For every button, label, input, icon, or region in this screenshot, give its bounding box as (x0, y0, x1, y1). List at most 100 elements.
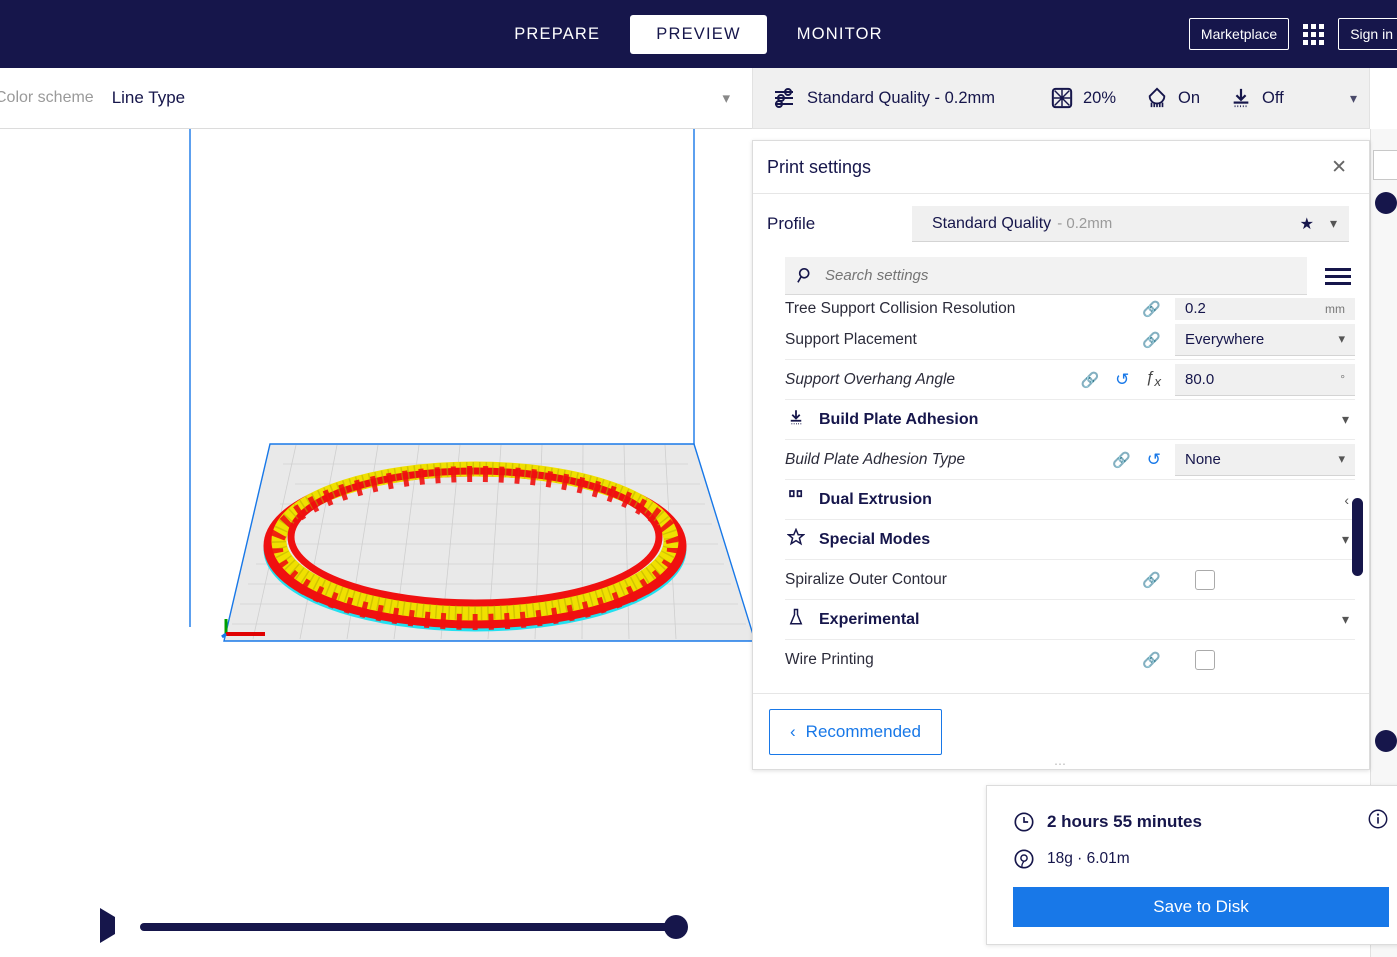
spiralize-outer-contour-checkbox[interactable] (1195, 569, 1215, 590)
profile-summary[interactable]: Standard Quality - 0.2mm (773, 86, 995, 110)
color-scheme-value: Line Type (111, 88, 186, 107)
star-icon[interactable]: ★ (1300, 214, 1314, 234)
setting-label: Spiralize Outer Contour (785, 570, 947, 588)
flask-icon (785, 608, 807, 631)
setting-icons: 🔗 ↺ (1112, 450, 1161, 470)
layer-number-field[interactable] (1373, 150, 1397, 180)
link-icon[interactable]: 🔗 (1142, 571, 1161, 589)
setting-value-text: None (1185, 450, 1221, 468)
color-scheme-label: Color scheme (0, 89, 94, 106)
setting-row[interactable]: Support Placement 🔗 Everywhere ▾ (785, 320, 1355, 360)
support-summary[interactable]: On (1146, 86, 1200, 110)
search-input[interactable] (825, 267, 1295, 284)
setting-row[interactable]: Support Overhang Angle 🔗 ↺ ƒx 80.0 ° (785, 360, 1355, 400)
search-icon (797, 267, 810, 283)
resize-grip[interactable]: ⋯ (753, 757, 1369, 771)
layer-slider-bar (0, 897, 752, 957)
setting-row[interactable]: Wire Printing 🔗 (785, 640, 1355, 680)
play-icon[interactable] (100, 908, 118, 943)
print-settings-header: Print settings ✕ (753, 141, 1369, 194)
chevron-down-icon[interactable]: ▾ (1342, 611, 1349, 628)
recommended-button[interactable]: ‹ Recommended (769, 708, 942, 755)
marketplace-button[interactable]: Marketplace (1188, 18, 1290, 50)
link-icon[interactable]: 🔗 (1142, 300, 1161, 318)
profile-selector[interactable]: Standard Quality - 0.2mm ★ ▾ (912, 206, 1349, 242)
vertical-layer-slider[interactable] (1373, 150, 1397, 752)
category-label: Experimental (819, 610, 920, 628)
link-icon[interactable]: 🔗 (1080, 371, 1099, 389)
infill-value: 20% (1083, 88, 1117, 107)
setting-row[interactable]: Tree Support Collision Resolution 🔗 0.2 … (785, 298, 1355, 320)
chevron-down-icon[interactable]: ▾ (1342, 411, 1349, 428)
recommended-label: Recommended (805, 721, 921, 741)
vertical-slider-handle-bottom[interactable] (1375, 730, 1397, 752)
material-value: 18g · 6.01m (1047, 850, 1130, 867)
settings-scrollbar[interactable] (1352, 498, 1363, 576)
setting-label: Support Overhang Angle (785, 370, 956, 388)
wire-printing-checkbox[interactable] (1195, 650, 1215, 670)
layer-slider-track[interactable] (140, 915, 688, 939)
main-tabs: PREPARE PREVIEW MONITOR (0, 0, 1397, 68)
tab-monitor[interactable]: MONITOR (771, 15, 909, 54)
category-special-modes[interactable]: Special Modes ▾ (785, 520, 1355, 560)
adhesion-summary[interactable]: Off (1230, 86, 1284, 110)
search-settings-box[interactable] (785, 257, 1307, 295)
color-scheme-bar[interactable]: Color scheme Line Type ▾ (0, 68, 752, 129)
profile-sub: - 0.2mm (1057, 215, 1113, 232)
setting-icons: 🔗 ↺ ƒx (1080, 369, 1161, 389)
hamburger-icon[interactable] (1321, 264, 1355, 289)
chevron-down-icon[interactable]: ▾ (1342, 531, 1349, 548)
tab-preview[interactable]: PREVIEW (630, 14, 767, 54)
chevron-down-icon[interactable]: ▾ (1350, 90, 1357, 107)
setting-value-dropdown[interactable]: None ▾ (1175, 443, 1355, 476)
link-icon[interactable]: 🔗 (1142, 651, 1161, 669)
layer-slider-handle[interactable] (664, 915, 688, 939)
machine-settings-bar[interactable]: Standard Quality - 0.2mm 20% On Off ▾ (752, 68, 1370, 129)
chevron-down-icon[interactable]: ▾ (722, 89, 730, 107)
chevron-down-icon[interactable]: ▾ (1338, 451, 1345, 467)
info-icon[interactable] (1367, 808, 1389, 835)
link-icon[interactable]: 🔗 (1142, 331, 1161, 349)
setting-row[interactable]: Build Plate Adhesion Type 🔗 ↺ None ▾ (785, 440, 1355, 480)
dual-extrusion-icon (785, 488, 807, 511)
close-icon[interactable]: ✕ (1325, 154, 1353, 181)
setting-icons: 🔗 (1142, 651, 1161, 669)
category-label: Dual Extrusion (819, 490, 932, 508)
vertical-slider-handle-top[interactable] (1375, 192, 1397, 214)
reset-icon[interactable]: ↺ (1115, 370, 1129, 390)
setting-row[interactable]: Spiralize Outer Contour 🔗 (785, 560, 1355, 600)
category-label: Special Modes (819, 530, 931, 548)
clock-icon (1014, 811, 1034, 832)
nav-right-actions: Marketplace Sign in (1188, 0, 1397, 68)
chevron-down-icon[interactable]: ▾ (1338, 331, 1345, 347)
link-icon[interactable]: 🔗 (1112, 451, 1131, 469)
adhesion-value: Off (1262, 88, 1284, 107)
tab-prepare[interactable]: PREPARE (488, 15, 626, 54)
setting-label: Support Placement (785, 330, 917, 348)
category-dual-extrusion[interactable]: Dual Extrusion ‹ (785, 480, 1355, 520)
chevron-left-icon[interactable]: ‹ (1344, 492, 1349, 508)
support-value: On (1178, 88, 1201, 107)
adhesion-icon (1233, 88, 1249, 108)
settings-list[interactable]: Tree Support Collision Resolution 🔗 0.2 … (753, 298, 1369, 693)
reset-icon[interactable]: ↺ (1147, 450, 1161, 470)
chevron-down-icon[interactable]: ▾ (1330, 215, 1337, 232)
infill-summary[interactable]: 20% (1051, 87, 1116, 109)
top-navigation-bar: PREPARE PREVIEW MONITOR Marketplace Sign… (0, 0, 1397, 68)
sliced-model-render (189, 129, 752, 642)
apps-grid-icon[interactable] (1303, 23, 1325, 45)
category-build-plate-adhesion[interactable]: Build Plate Adhesion ▾ (785, 400, 1355, 440)
profile-summary-label: Standard Quality - 0.2mm (807, 88, 995, 107)
profile-label: Profile (767, 214, 816, 233)
save-to-disk-button[interactable]: Save to Disk (1013, 887, 1389, 927)
formula-icon[interactable]: ƒx (1145, 369, 1161, 389)
category-experimental[interactable]: Experimental ▾ (785, 600, 1355, 640)
setting-value[interactable]: 0.2 mm (1175, 298, 1355, 320)
setting-value[interactable]: 80.0 ° (1175, 363, 1355, 396)
setting-value-dropdown[interactable]: Everywhere ▾ (1175, 323, 1355, 356)
setting-label: Wire Printing (785, 651, 874, 668)
sign-in-button[interactable]: Sign in (1338, 18, 1397, 50)
profile-name: Standard Quality (932, 214, 1052, 232)
cura-application-window: PREPARE PREVIEW MONITOR Marketplace Sign… (0, 0, 1397, 957)
3d-preview-viewport[interactable] (0, 129, 752, 957)
